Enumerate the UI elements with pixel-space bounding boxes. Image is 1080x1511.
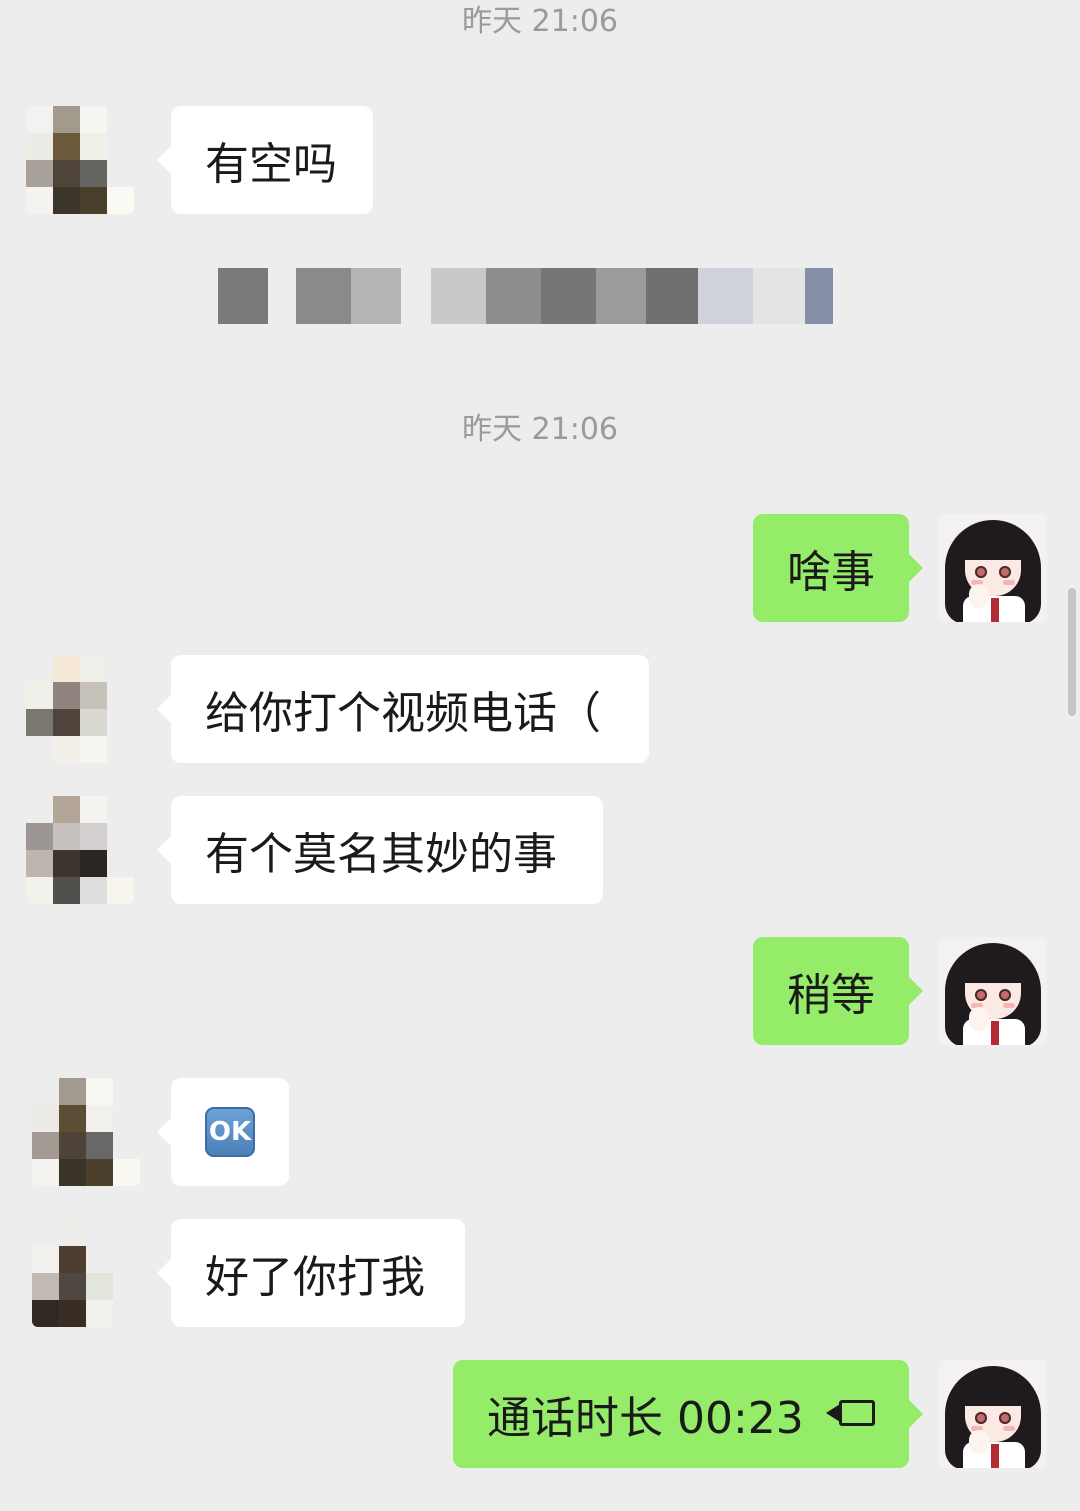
message-bubble-incoming[interactable]: 好了你打我 [157, 1219, 465, 1327]
message-bubble-incoming[interactable]: 有个莫名其妙的事 [157, 796, 603, 904]
message-bubble-incoming[interactable]: 有空吗 [157, 106, 373, 214]
ok-button-emoji-icon: OK [205, 1107, 255, 1157]
message-bubble-incoming[interactable]: OK [157, 1078, 289, 1186]
call-record-bubble[interactable]: 通话时长 00:23 [453, 1360, 923, 1468]
message-text: 啥事 [787, 547, 875, 598]
user-avatar[interactable] [939, 1360, 1047, 1468]
contact-avatar[interactable] [26, 655, 134, 763]
contact-avatar[interactable] [26, 796, 134, 904]
timestamp: 昨天 21:06 [462, 412, 618, 447]
message-bubble-outgoing[interactable]: 稍等 [753, 937, 923, 1045]
message-text: 有个莫名其妙的事 [205, 829, 557, 880]
video-call-icon [822, 1396, 875, 1432]
contact-avatar[interactable] [26, 106, 134, 214]
anime-girl-avatar-icon [939, 1360, 1047, 1468]
message-text: 稍等 [787, 970, 875, 1021]
message-bubble-outgoing[interactable]: 啥事 [753, 514, 923, 622]
user-avatar[interactable] [939, 937, 1047, 1045]
system-notice-blurred [188, 268, 893, 324]
anime-girl-avatar-icon [939, 937, 1047, 1045]
timestamp: 昨天 21:06 [462, 4, 618, 39]
call-duration-text: 通话时长 00:23 [487, 1393, 804, 1444]
message-text: 好了你打我 [205, 1252, 425, 1303]
contact-avatar[interactable] [32, 1078, 140, 1186]
contact-avatar[interactable] [32, 1219, 140, 1327]
user-avatar[interactable] [939, 514, 1047, 622]
message-text: 有空吗 [205, 139, 337, 190]
message-text: 给你打个视频电话（ [205, 688, 601, 739]
anime-girl-avatar-icon [939, 514, 1047, 622]
scrollbar[interactable] [1068, 588, 1076, 716]
message-bubble-incoming[interactable]: 给你打个视频电话（ [157, 655, 649, 763]
